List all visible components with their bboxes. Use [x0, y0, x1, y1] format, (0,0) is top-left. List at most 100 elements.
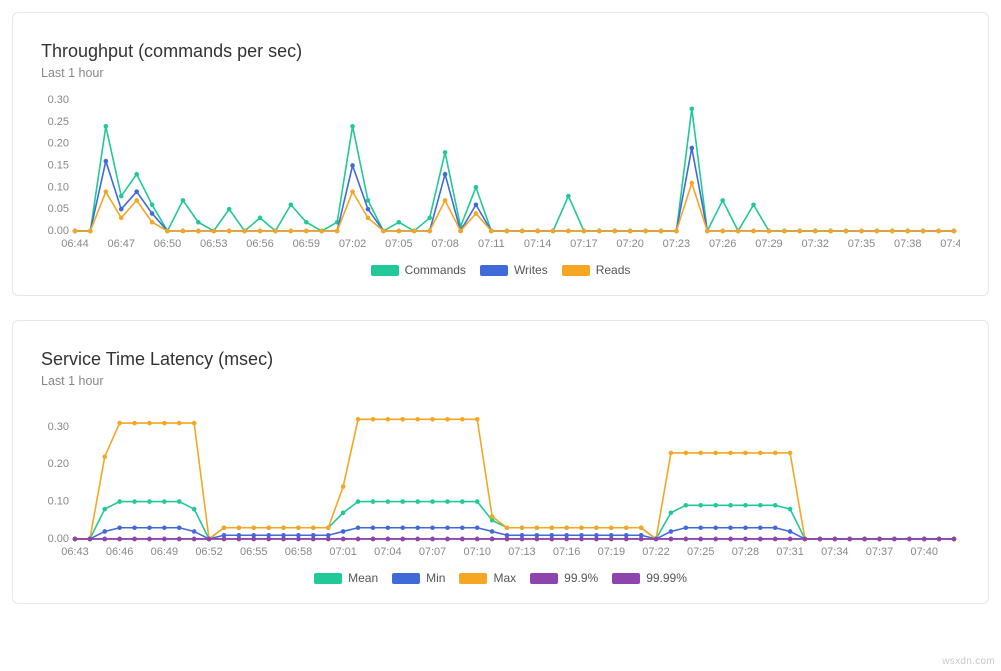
series-point: [773, 537, 778, 542]
chart-title: Service Time Latency (msec): [41, 349, 960, 370]
svg-text:06:59: 06:59: [293, 238, 320, 250]
series-point: [296, 525, 301, 530]
series-point: [281, 537, 286, 542]
series-point: [460, 417, 465, 422]
series-point: [460, 537, 465, 542]
series-point: [304, 229, 309, 234]
series-point: [582, 229, 587, 234]
series-point: [371, 525, 376, 530]
series-point: [713, 503, 718, 508]
series-point: [192, 421, 197, 426]
series-point: [381, 229, 386, 234]
series-point: [445, 537, 450, 542]
legend-item[interactable]: 99.99%: [612, 571, 687, 585]
series-point: [150, 220, 155, 225]
svg-text:06:56: 06:56: [246, 238, 273, 250]
series-point: [289, 229, 294, 234]
series-point: [415, 537, 420, 542]
series-point: [326, 537, 331, 542]
svg-text:07:23: 07:23: [663, 238, 690, 250]
series-point: [430, 537, 435, 542]
legend-item[interactable]: Commands: [371, 263, 466, 277]
series-point: [400, 525, 405, 530]
svg-text:07:41: 07:41: [940, 238, 960, 250]
series-point: [445, 525, 450, 530]
svg-text:07:37: 07:37: [866, 546, 893, 558]
series-point: [549, 537, 554, 542]
watermark-text: wsxdn.com: [942, 656, 995, 667]
legend-item[interactable]: 99.9%: [530, 571, 598, 585]
series-point: [326, 525, 331, 530]
svg-text:07:34: 07:34: [821, 546, 848, 558]
series-point: [639, 537, 644, 542]
series-point: [743, 525, 748, 530]
series-point: [720, 198, 725, 203]
series-point: [609, 537, 614, 542]
svg-text:07:10: 07:10: [464, 546, 491, 558]
svg-text:07:14: 07:14: [524, 238, 551, 250]
series-point: [609, 525, 614, 530]
series-point: [474, 202, 479, 207]
svg-text:06:46: 06:46: [106, 546, 133, 558]
series-point: [579, 525, 584, 530]
series-point: [698, 525, 703, 530]
series-point: [728, 451, 733, 456]
series-point: [654, 537, 659, 542]
legend-item[interactable]: Max: [459, 571, 516, 585]
series-point: [549, 525, 554, 530]
series-point: [177, 421, 182, 426]
series-point: [844, 229, 849, 234]
series-point: [415, 525, 420, 530]
chart-subtitle: Last 1 hour: [41, 66, 960, 80]
series-point: [922, 537, 927, 542]
svg-text:0.15: 0.15: [48, 160, 69, 172]
series-point: [669, 537, 674, 542]
series-line-Writes: [75, 148, 954, 231]
series-point: [728, 503, 733, 508]
series-point: [767, 229, 772, 234]
series-point: [564, 537, 569, 542]
series-point: [643, 229, 648, 234]
series-point: [341, 529, 346, 534]
chart-subtitle: Last 1 hour: [41, 374, 960, 388]
series-point: [258, 216, 263, 221]
series-point: [758, 537, 763, 542]
svg-text:06:55: 06:55: [240, 546, 267, 558]
chart-card-throughput: Throughput (commands per sec)Last 1 hour…: [12, 12, 989, 296]
svg-text:0.30: 0.30: [48, 421, 69, 433]
series-point: [162, 537, 167, 542]
series-point: [104, 189, 109, 194]
svg-text:07:16: 07:16: [553, 546, 580, 558]
series-point: [689, 146, 694, 151]
legend-item[interactable]: Writes: [480, 263, 548, 277]
series-point: [624, 537, 629, 542]
svg-text:07:26: 07:26: [709, 238, 736, 250]
legend-item[interactable]: Min: [392, 571, 445, 585]
series-point: [551, 229, 556, 234]
series-point: [132, 421, 137, 426]
series-point: [847, 537, 852, 542]
series-point: [102, 537, 107, 542]
series-point: [890, 229, 895, 234]
series-point: [490, 529, 495, 534]
series-point: [788, 451, 793, 456]
series-point: [430, 525, 435, 530]
svg-text:07:25: 07:25: [687, 546, 714, 558]
series-point: [535, 525, 540, 530]
series-point: [341, 537, 346, 542]
series-point: [720, 229, 725, 234]
svg-text:06:53: 06:53: [200, 238, 227, 250]
series-point: [350, 163, 355, 168]
series-point: [147, 421, 152, 426]
series-point: [289, 202, 294, 207]
legend-item[interactable]: Mean: [314, 571, 378, 585]
legend-item[interactable]: Reads: [562, 263, 631, 277]
series-point: [505, 537, 510, 542]
series-point: [736, 229, 741, 234]
legend-swatch: [392, 573, 420, 584]
series-point: [535, 537, 540, 542]
series-point: [751, 202, 756, 207]
series-point: [104, 159, 109, 164]
series-point: [773, 451, 778, 456]
series-line-Commands: [75, 109, 954, 231]
